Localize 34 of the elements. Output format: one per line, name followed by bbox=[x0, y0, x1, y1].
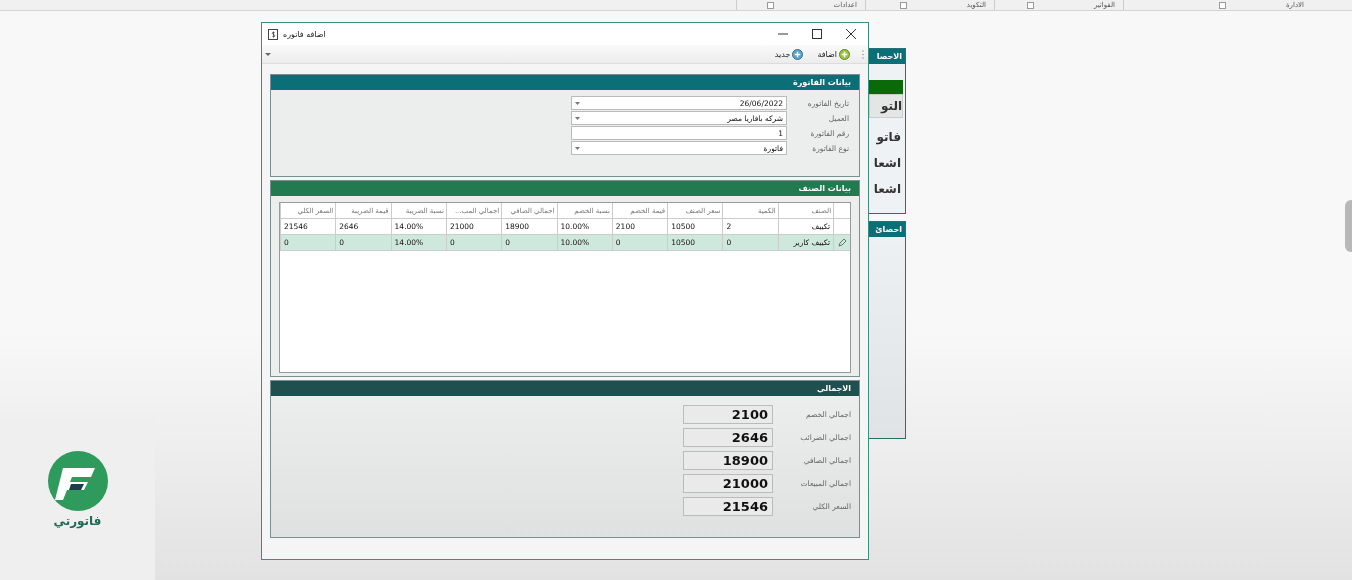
window-icon bbox=[1218, 1, 1226, 9]
dropdown-arrow-icon bbox=[575, 116, 580, 120]
total-value: 21546 bbox=[683, 497, 773, 516]
window-icon bbox=[1026, 1, 1034, 9]
panel-link[interactable]: اشعا bbox=[869, 156, 905, 170]
new-button[interactable]: جديد bbox=[772, 48, 806, 60]
panel-button[interactable]: التو bbox=[869, 94, 903, 118]
window-title: اضافه فاتوره bbox=[283, 29, 327, 39]
maximize-icon bbox=[812, 29, 822, 39]
window-icon bbox=[899, 1, 907, 9]
section-header: الاجمالي bbox=[271, 381, 859, 396]
logo-icon bbox=[46, 450, 109, 512]
panel-header: احصائ bbox=[869, 222, 905, 237]
panel-link[interactable]: اشعا bbox=[869, 182, 905, 196]
plus-icon bbox=[792, 48, 804, 60]
logo-text: فاتورتي bbox=[53, 514, 102, 528]
total-value: 21000 bbox=[683, 474, 773, 493]
minimize-icon bbox=[778, 33, 788, 35]
total-value: 2100 bbox=[683, 405, 773, 424]
dropdown-arrow-icon bbox=[575, 146, 580, 150]
window-icon bbox=[766, 1, 774, 9]
section-header: بيانات الفاتورة bbox=[271, 75, 859, 90]
total-value: 18900 bbox=[683, 451, 773, 470]
close-icon bbox=[846, 29, 856, 39]
section-header: بيانات الصنف bbox=[271, 181, 859, 196]
total-value: 2646 bbox=[683, 428, 773, 447]
add-button[interactable]: اضافة bbox=[815, 48, 852, 60]
panel-header: الاحصا bbox=[869, 49, 905, 64]
dollar-icon bbox=[268, 28, 278, 40]
plus-icon bbox=[839, 48, 850, 60]
caret-icon[interactable] bbox=[265, 51, 271, 57]
dropdown-arrow-icon bbox=[575, 101, 580, 105]
panel-link[interactable]: فاتو bbox=[869, 130, 905, 144]
side-handle[interactable] bbox=[1345, 200, 1352, 252]
